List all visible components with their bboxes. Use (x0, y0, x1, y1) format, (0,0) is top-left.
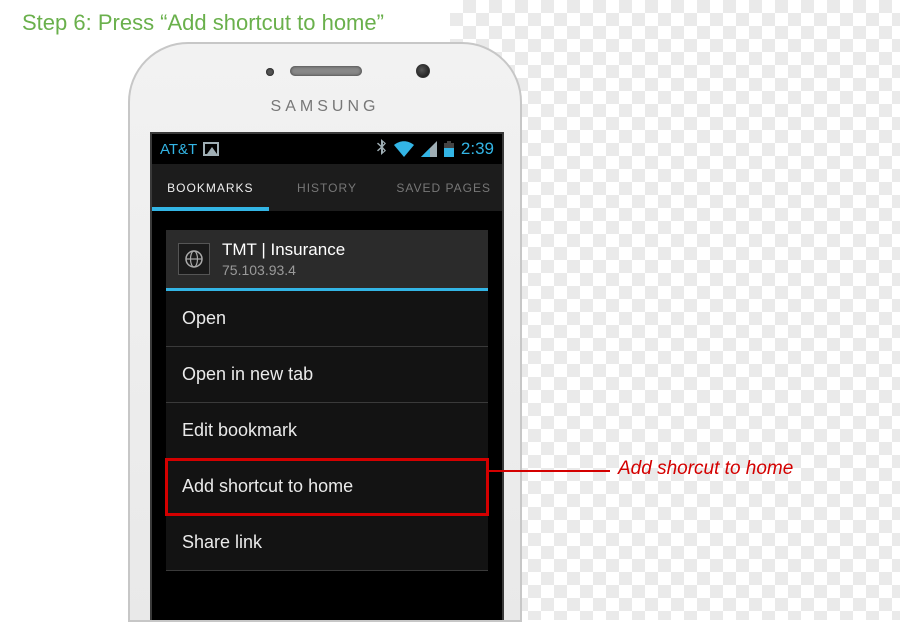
bluetooth-icon (377, 139, 387, 160)
callout-line (488, 470, 610, 472)
tab-history[interactable]: HISTORY (269, 164, 386, 211)
menu-open[interactable]: Open (166, 291, 488, 347)
phone-frame: SAMSUNG AT&T 2:39 (128, 42, 522, 622)
tab-bookmarks-label: BOOKMARKS (167, 181, 253, 195)
status-bar: AT&T 2:39 (152, 134, 502, 164)
menu-open-new-tab[interactable]: Open in new tab (166, 347, 488, 403)
proximity-sensor (266, 68, 274, 76)
earpiece-speaker (290, 66, 362, 76)
battery-icon (444, 141, 454, 157)
phone-top-hardware (130, 44, 520, 98)
menu-add-shortcut[interactable]: Add shortcut to home (166, 459, 488, 515)
callout-label: Add shorcut to home (618, 458, 793, 480)
tab-bookmarks[interactable]: BOOKMARKS (152, 164, 269, 211)
bookmark-favicon (178, 243, 210, 275)
tab-saved-pages[interactable]: SAVED PAGES (385, 164, 502, 211)
device-brand: SAMSUNG (130, 98, 520, 132)
wifi-icon (394, 141, 414, 157)
picture-notification-icon (203, 142, 219, 156)
context-menu: Open Open in new tab Edit bookmark Add s… (166, 291, 488, 571)
phone-screen: AT&T 2:39 BOOKMARKS (150, 132, 504, 622)
menu-share-link[interactable]: Share link (166, 515, 488, 571)
bookmark-title: TMT | Insurance (222, 240, 345, 260)
signal-icon (421, 141, 437, 157)
menu-edit-bookmark[interactable]: Edit bookmark (166, 403, 488, 459)
globe-icon (184, 249, 204, 269)
clock-label: 2:39 (461, 139, 494, 159)
bookmark-header: TMT | Insurance 75.103.93.4 (166, 230, 488, 291)
tab-bar: BOOKMARKS HISTORY SAVED PAGES (152, 164, 502, 212)
tab-history-label: HISTORY (297, 181, 357, 195)
tab-saved-label: SAVED PAGES (396, 181, 491, 195)
step-title: Step 6: Press “Add shortcut to home” (22, 10, 384, 36)
carrier-label: AT&T (160, 141, 197, 158)
bookmark-subtitle: 75.103.93.4 (222, 262, 345, 278)
front-camera (416, 64, 430, 78)
